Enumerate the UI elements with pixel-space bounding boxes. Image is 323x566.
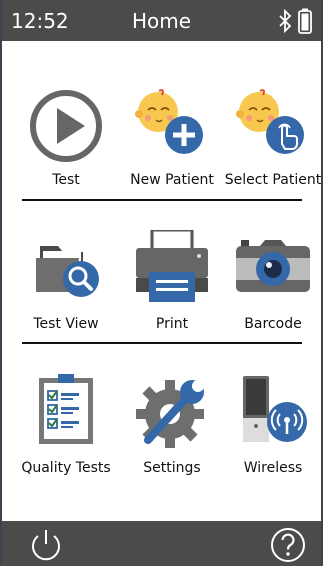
tile-label: Settings: [143, 460, 201, 476]
tile-select-patient[interactable]: Select Patient: [221, 86, 323, 216]
device-screen: 12:52 Home Test New Patient Select Patie…: [0, 0, 323, 566]
tile-label: Test: [52, 172, 80, 188]
camera-icon: [236, 240, 310, 292]
help-icon[interactable]: [270, 527, 306, 563]
tile-test[interactable]: Test: [14, 86, 118, 216]
divider: [22, 342, 302, 344]
tile-new-patient[interactable]: New Patient: [120, 86, 224, 216]
tile-test-view[interactable]: Test View: [14, 230, 118, 360]
tile-label: Wireless: [243, 460, 303, 476]
tile-wireless[interactable]: Wireless: [221, 374, 323, 504]
tile-print[interactable]: Print: [120, 230, 224, 360]
divider: [22, 199, 302, 201]
checklist-icon: [39, 374, 93, 444]
page-title: Home: [131, 9, 192, 33]
wireless-device-icon: [243, 376, 307, 442]
gear-wrench-icon: [136, 380, 204, 448]
tile-settings[interactable]: Settings: [120, 374, 224, 504]
tile-label: Barcode: [244, 316, 302, 332]
battery-icon: [298, 8, 312, 34]
play-icon: [30, 90, 102, 162]
bluetooth-icon: [279, 9, 292, 33]
tile-label: Quality Tests: [21, 460, 111, 476]
tile-label: New Patient: [130, 172, 214, 188]
tile-barcode[interactable]: Barcode: [221, 230, 323, 360]
power-icon[interactable]: [28, 527, 64, 563]
tile-label: Test View: [33, 316, 99, 332]
baby-plus-icon: [135, 89, 203, 154]
tile-label: Select Patient: [224, 172, 322, 188]
printer-icon: [136, 230, 208, 302]
folder-search-icon: [36, 246, 99, 297]
tile-label: Print: [155, 316, 189, 332]
status-bar: 12:52 Home: [2, 0, 321, 41]
baby-hand-icon: [236, 89, 304, 154]
tile-quality-tests[interactable]: Quality Tests: [14, 374, 118, 504]
